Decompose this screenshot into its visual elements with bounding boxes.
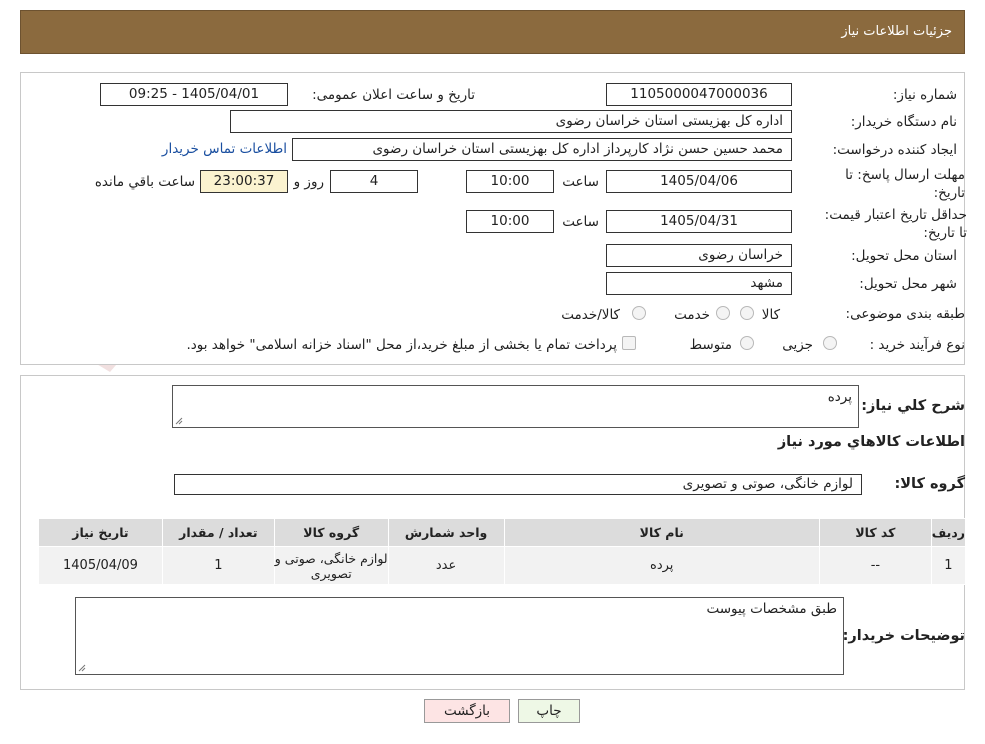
deadline-date-field: 1405/04/06 — [606, 170, 792, 193]
goods-info-title: اطلاعات كالاهاي مورد نیاز — [777, 434, 965, 450]
cell-need-date: 1405/04/09 — [38, 546, 163, 585]
col-header-goods-code: کد کالا — [818, 518, 932, 547]
col-header-need-date: تاریخ نیاز — [38, 518, 163, 547]
requester-field: محمد حسین حسن نژاد کارپرداز اداره کل بهز… — [292, 138, 792, 161]
process-minor-label: جزیی — [782, 337, 813, 353]
remaining-days-field: 4 — [330, 170, 418, 193]
buyer-notes-text: طبق مشخصات پیوست — [706, 601, 837, 617]
process-minor-radio[interactable] — [823, 336, 837, 350]
province-label: استان محل تحویل: — [851, 248, 957, 264]
col-header-goods-name: نام کالا — [503, 518, 820, 547]
deadline-label: مهلت ارسال پاسخ: تا تاریخ: — [845, 167, 965, 201]
buyer-org-label: نام دستگاه خریدار: — [850, 114, 957, 130]
buyer-notes-label: توضیحات خریدار: — [842, 628, 965, 644]
cell-quantity: 1 — [161, 546, 275, 585]
col-header-unit: واحد شمارش — [387, 518, 505, 547]
deadline-hour-label: ساعت — [562, 174, 599, 190]
goods-table: ردیف کد کالا نام کالا واحد شمارش گروه کا… — [38, 518, 967, 585]
col-header-quantity: تعداد / مقدار — [161, 518, 275, 547]
announce-date-label: تاریخ و ساعت اعلان عمومی: — [312, 87, 475, 103]
requester-label: ایجاد کننده درخواست: — [832, 142, 957, 158]
goods-group-field: لوازم خانگی، صوتی و تصویری — [174, 474, 862, 495]
cell-goods-code: -- — [818, 546, 932, 585]
process-label: نوع فرآیند خرید : — [869, 337, 965, 353]
validity-time-field: 10:00 — [466, 210, 554, 233]
cell-row-number: 1 — [930, 546, 967, 585]
buyer-contact-link[interactable]: اطلاعات تماس خریدار — [162, 141, 287, 157]
page-title: جزئیات اطلاعات نیاز — [841, 24, 952, 39]
table-header-row: ردیف کد کالا نام کالا واحد شمارش گروه کا… — [38, 518, 967, 547]
buyer-notes-field: طبق مشخصات پیوست — [75, 597, 844, 675]
table-row: 1 -- پرده عدد لوازم خانگی، صوتی و تصویری… — [38, 546, 967, 585]
category-goods-radio[interactable] — [740, 306, 754, 320]
process-medium-label: متوسط — [689, 337, 732, 353]
announce-date-field: 1405/04/01 - 09:25 — [100, 83, 288, 106]
treasury-note: پرداخت تمام یا بخشی از مبلغ خرید،از محل … — [186, 337, 617, 353]
category-both-radio[interactable] — [632, 306, 646, 320]
description-text: پرده — [827, 389, 852, 405]
category-service-label: خدمت — [674, 307, 710, 323]
cell-goods-name: پرده — [503, 546, 820, 585]
need-number-field: 1105000047000036 — [606, 83, 792, 106]
resize-grip-icon[interactable] — [78, 664, 86, 672]
remaining-time-label: ساعت باقي مانده — [94, 174, 195, 190]
need-number-label: شماره نیاز: — [892, 87, 957, 103]
treasury-checkbox[interactable] — [622, 336, 636, 350]
description-label: شرح كلي نیاز: — [861, 398, 965, 414]
days-label: روز و — [293, 174, 324, 190]
page-header: جزئیات اطلاعات نیاز — [20, 10, 965, 54]
resize-grip-icon[interactable] — [175, 417, 183, 425]
print-button[interactable]: چاپ — [518, 699, 580, 723]
city-field: مشهد — [606, 272, 792, 295]
category-label: طبقه بندی موضوعی: — [845, 306, 965, 322]
category-goods-label: کالا — [761, 307, 780, 323]
remaining-time-field: 23:00:37 — [200, 170, 288, 193]
validity-label: حداقل تاریخ اعتبار قیمت: تا تاریخ: — [824, 207, 967, 241]
deadline-time-field: 10:00 — [466, 170, 554, 193]
validity-hour-label: ساعت — [562, 214, 599, 230]
validity-date-field: 1405/04/31 — [606, 210, 792, 233]
province-field: خراسان رضوی — [606, 244, 792, 267]
cell-goods-group: لوازم خانگی، صوتی و تصویری — [273, 546, 389, 585]
cell-unit: عدد — [387, 546, 505, 585]
category-service-radio[interactable] — [716, 306, 730, 320]
back-button[interactable]: بازگشت — [424, 699, 510, 723]
process-medium-radio[interactable] — [740, 336, 754, 350]
buyer-org-field: اداره کل بهزیستی استان خراسان رضوی — [230, 110, 792, 133]
goods-group-label: گروه كالا: — [894, 476, 965, 492]
description-field: پرده — [172, 385, 859, 428]
city-label: شهر محل تحویل: — [859, 276, 957, 292]
col-header-goods-group: گروه کالا — [273, 518, 389, 547]
col-header-row-number: ردیف — [930, 518, 967, 547]
category-both-label: کالا/خدمت — [561, 307, 620, 323]
